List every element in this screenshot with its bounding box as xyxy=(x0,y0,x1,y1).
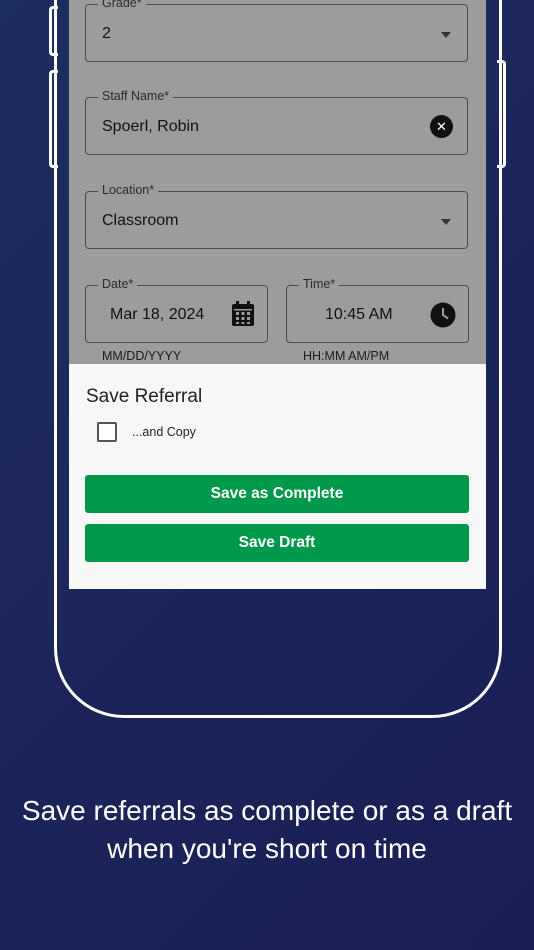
location-value: Classroom xyxy=(102,212,179,229)
chevron-down-icon xyxy=(441,219,451,225)
close-circle-icon[interactable]: ✕ xyxy=(430,115,453,138)
time-value: 10:45 AM xyxy=(325,306,393,323)
time-field[interactable]: Time* 10:45 AM xyxy=(286,277,469,343)
save-as-complete-button[interactable]: Save as Complete xyxy=(85,475,469,513)
grade-select[interactable]: Grade* 2 xyxy=(85,0,468,62)
save-referral-sheet: Save Referral ...and Copy Save as Comple… xyxy=(69,364,486,589)
marketing-caption: Save referrals as complete or as a draft… xyxy=(21,795,513,864)
phone-side-button xyxy=(497,60,506,168)
phone-side-button xyxy=(49,6,58,56)
date-field[interactable]: Date* Mar 18, 2024 xyxy=(85,277,268,343)
phone-side-button xyxy=(49,70,58,168)
and-copy-label: ...and Copy xyxy=(132,425,196,439)
and-copy-checkbox[interactable] xyxy=(97,422,117,442)
date-format-hint: MM/DD/YYYY xyxy=(102,349,182,363)
sheet-title: Save Referral xyxy=(86,386,203,407)
save-draft-button[interactable]: Save Draft xyxy=(85,524,469,562)
clock-icon[interactable] xyxy=(430,302,456,328)
location-select[interactable]: Location* Classroom xyxy=(85,183,468,249)
staff-name-value: Spoerl, Robin xyxy=(102,118,199,135)
staff-name-field[interactable]: Staff Name* Spoerl, Robin ✕ xyxy=(85,89,468,155)
time-format-hint: HH:MM AM/PM xyxy=(303,349,390,363)
grade-value: 2 xyxy=(102,25,111,42)
app-screen: Grade* 2 Staff Name* Spoerl, Robin ✕ Loc… xyxy=(69,0,486,589)
calendar-icon[interactable] xyxy=(231,301,255,327)
chevron-down-icon xyxy=(441,32,451,38)
date-value: Mar 18, 2024 xyxy=(110,306,205,323)
